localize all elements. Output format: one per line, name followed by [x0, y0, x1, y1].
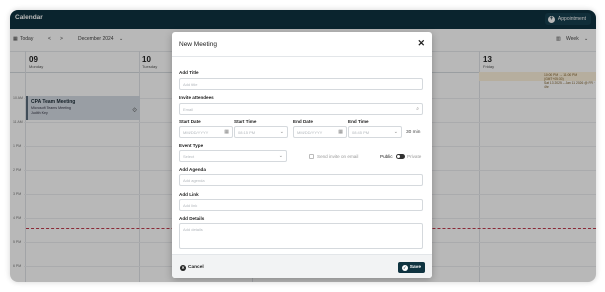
end-date-input[interactable]: MM/DD/YYYY ▦: [293, 126, 347, 138]
end-date-label: End Date: [293, 119, 313, 124]
calendar-icon: ▦: [224, 129, 229, 135]
end-date-placeholder: MM/DD/YYYY: [297, 130, 323, 135]
privacy-toggle[interactable]: [396, 154, 405, 159]
start-date-label: Start Date: [179, 119, 201, 124]
invite-placeholder: Email: [183, 107, 194, 112]
title-placeholder: Add title: [183, 82, 198, 87]
modal-footer: ✕ Cancel ✓ Save: [172, 254, 432, 278]
calendar-app: Calendar + Appointment ▦ Today < > Decem…: [10, 10, 596, 282]
add-title-label: Add Title: [179, 70, 199, 75]
save-label: Save: [409, 265, 421, 270]
link-placeholder: Add link: [183, 203, 198, 208]
start-time-placeholder: 08:15 PM: [238, 130, 256, 135]
link-label: Add Link: [179, 192, 199, 197]
chevron-down-icon: ⌄: [279, 129, 284, 135]
link-input[interactable]: Add link: [179, 199, 423, 211]
check-circle-icon: ✓: [401, 264, 408, 271]
divider: [172, 56, 432, 57]
duration-text: 30 min: [406, 130, 421, 135]
title-input[interactable]: Add title: [179, 78, 423, 90]
close-icon[interactable]: ✕: [417, 38, 425, 48]
end-time-select[interactable]: 08:45 PM ⌄: [348, 126, 402, 138]
chevron-down-icon: ⌄: [393, 129, 398, 135]
send-invite-label: Send invite on email: [317, 154, 359, 159]
public-label: Public: [380, 154, 393, 159]
private-label: Private: [407, 154, 422, 159]
start-date-input[interactable]: MM/DD/YYYY ▦: [179, 126, 233, 138]
invite-input[interactable]: Email ⌕: [179, 103, 423, 115]
toggle-knob: [397, 155, 400, 158]
details-label: Add Details: [179, 216, 205, 221]
agenda-placeholder: Add agenda: [183, 178, 205, 183]
save-button[interactable]: ✓ Save: [397, 262, 425, 273]
details-textarea[interactable]: Add details: [179, 223, 423, 249]
agenda-input[interactable]: Add agenda: [179, 174, 423, 186]
cancel-button[interactable]: ✕ Cancel: [176, 262, 208, 273]
start-time-label: Start Time: [234, 119, 257, 124]
event-type-label: Event Type: [179, 143, 204, 148]
details-placeholder: Add details: [183, 227, 203, 232]
calendar-icon: ▦: [338, 129, 343, 135]
agenda-label: Add Agenda: [179, 167, 206, 172]
modal-title: New Meeting: [179, 41, 217, 48]
start-date-placeholder: MM/DD/YYYY: [183, 130, 209, 135]
chevron-down-icon: ⌄: [278, 153, 283, 159]
end-time-placeholder: 08:45 PM: [352, 130, 370, 135]
event-type-select[interactable]: Select ⌄: [179, 150, 287, 162]
new-meeting-modal: New Meeting ✕ Add Title Add title Invite…: [172, 32, 432, 278]
event-type-placeholder: Select: [183, 154, 195, 159]
end-time-label: End Time: [348, 119, 369, 124]
send-invite-checkbox[interactable]: [309, 154, 314, 159]
start-time-select[interactable]: 08:15 PM ⌄: [234, 126, 288, 138]
invite-label: Invite attendees: [179, 95, 214, 100]
cancel-label: Cancel: [188, 265, 204, 270]
search-icon: ⌕: [416, 106, 419, 112]
close-circle-icon: ✕: [180, 264, 186, 271]
